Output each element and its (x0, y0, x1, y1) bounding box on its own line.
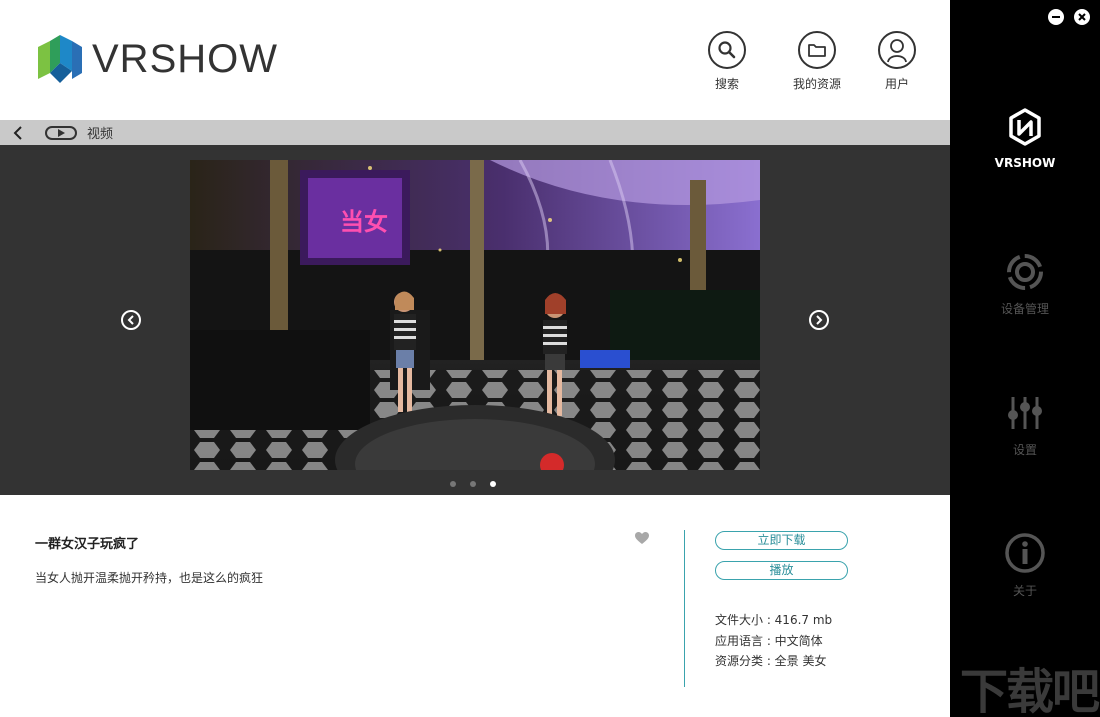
logo: VRSHOW (36, 33, 278, 85)
logo-text: VRSHOW (92, 36, 278, 81)
close-icon (1078, 13, 1086, 21)
sidebar-item-about[interactable]: 关于 (950, 532, 1100, 599)
resource-description: 当女人抛开温柔抛开矜持，也是这么的疯狂 (35, 571, 264, 585)
play-button[interactable]: 播放 (715, 561, 848, 580)
sidebar-item-settings[interactable]: 设置 (950, 393, 1100, 458)
sidebar-item-label: 关于 (1012, 584, 1037, 598)
search-button[interactable]: 搜索 (687, 31, 767, 95)
video-category-icon (45, 125, 77, 140)
header: VRSHOW 搜索 我的资源 用户 (0, 0, 950, 120)
my-resources-button[interactable]: 我的资源 (777, 31, 857, 95)
carousel-dot-3[interactable] (490, 481, 496, 487)
close-button[interactable] (1074, 9, 1090, 25)
carousel-prev-button[interactable] (121, 310, 141, 330)
download-now-button[interactable]: 立即下载 (715, 531, 848, 550)
minimize-icon (1052, 16, 1060, 18)
search-label: 搜索 (714, 77, 739, 91)
resource-title: 一群女汉子玩疯了 (35, 537, 140, 552)
user-button[interactable]: 用户 (857, 31, 937, 95)
my-resources-label: 我的资源 (792, 77, 841, 91)
sidebar-item-vrshow[interactable]: VRSHOW (950, 106, 1100, 170)
carousel: 当女 (0, 145, 950, 495)
main-area: VRSHOW 搜索 我的资源 用户 视频 当女 一群女汉子玩疯了 当女人抛开温柔… (0, 0, 950, 717)
resource-category: 资源分类 : 全景 美女 (715, 654, 827, 668)
sidebar-item-device-management[interactable]: 设备管理 (950, 252, 1100, 317)
breadcrumb: 视频 (0, 120, 950, 145)
heart-icon[interactable] (634, 531, 650, 545)
sidebar-item-label: 设置 (1012, 443, 1037, 457)
minimize-button[interactable] (1048, 9, 1064, 25)
watermark: 下载吧 (960, 664, 1100, 717)
chevron-left-icon (127, 315, 134, 325)
folder-icon (798, 31, 836, 69)
vr-panorama-image: 当女 (190, 160, 760, 470)
detail-divider (684, 530, 685, 687)
app-window: VRSHOW 搜索 我的资源 用户 视频 当女 一群女汉子玩疯了 当女人抛开温柔… (0, 0, 1100, 717)
user-label: 用户 (884, 77, 909, 91)
user-icon (878, 31, 916, 69)
carousel-dot-2[interactable] (470, 481, 476, 487)
back-button[interactable] (10, 125, 26, 141)
vrshow-logo-icon (38, 35, 82, 83)
carousel-slide-image[interactable]: 当女 (190, 160, 760, 470)
slide-banner-text: 当女 (340, 208, 388, 236)
resource-detail: 一群女汉子玩疯了 当女人抛开温柔抛开矜持，也是这么的疯狂 立即下载 播放 文件大… (0, 495, 950, 717)
search-icon (708, 31, 746, 69)
info-icon (1005, 533, 1045, 573)
breadcrumb-label: 视频 (87, 127, 114, 142)
chevron-left-icon (13, 125, 22, 140)
carousel-dot-1[interactable] (450, 481, 456, 487)
app-language: 应用语言 : 中文简体 (715, 634, 823, 648)
sidebar-item-label: 设备管理 (1000, 302, 1049, 316)
device-icon (1007, 254, 1043, 290)
carousel-dots (450, 481, 496, 487)
carousel-next-button[interactable] (809, 310, 829, 330)
file-size: 文件大小 : 416.7 mb (715, 613, 833, 627)
sidebar-item-label: VRSHOW (994, 156, 1056, 170)
chevron-right-icon (816, 315, 823, 325)
sliders-icon (1008, 397, 1042, 429)
vrshow-logo-icon (1009, 108, 1041, 146)
sidebar: VRSHOW 设备管理 设置 关于 (950, 0, 1100, 717)
